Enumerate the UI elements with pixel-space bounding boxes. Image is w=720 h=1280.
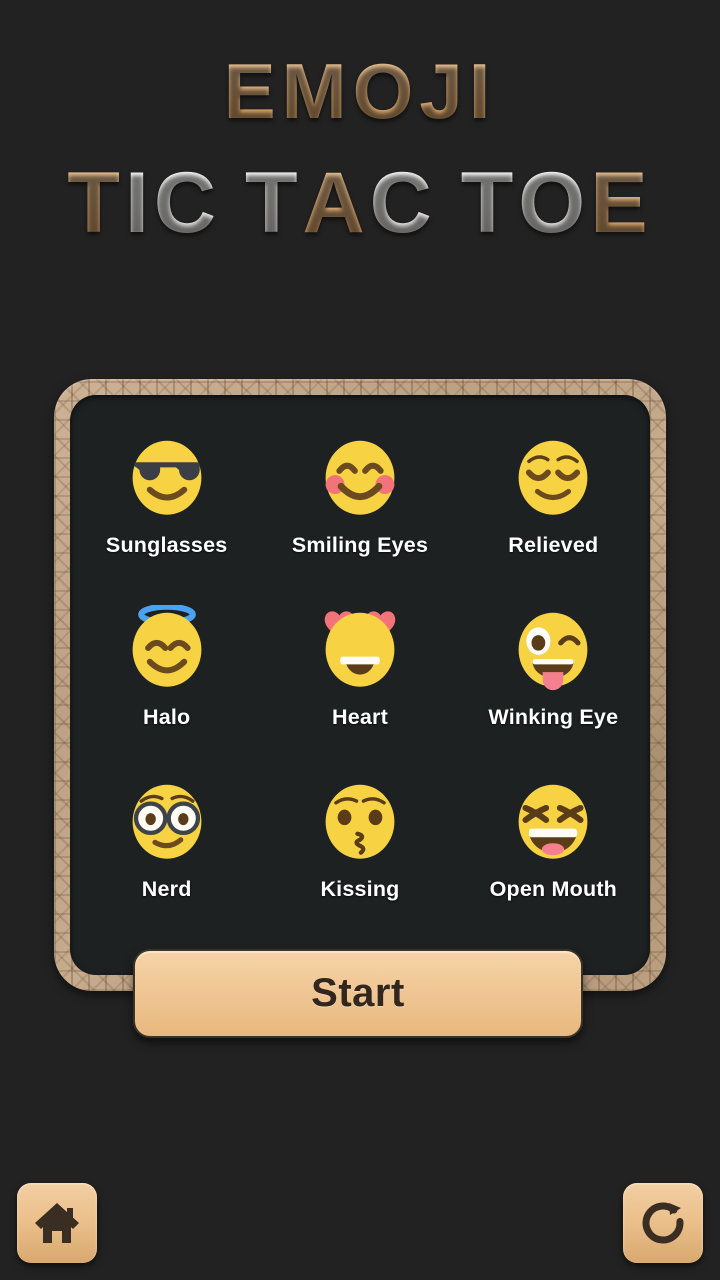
title-tictactoe-letter: T — [67, 155, 125, 251]
title-line-tictactoe: TIC TAC TOE — [0, 160, 720, 246]
emoji-option-halo[interactable]: Halo — [70, 597, 263, 730]
emoji-option-nerd[interactable]: Nerd — [70, 769, 263, 902]
emoji-option-heart[interactable]: Heart — [263, 597, 456, 730]
emoji-option-label: Halo — [142, 705, 191, 729]
smiling-eyes-emoji — [317, 433, 403, 519]
title-emoji-letter: M — [281, 47, 353, 135]
title-emoji-letter: E — [223, 47, 282, 135]
title-emoji-letter: O — [352, 47, 420, 135]
title-tictactoe-letter: A — [302, 155, 370, 251]
emoji-option-label: Open Mouth — [489, 877, 618, 901]
emoji-option-grid: Sunglasses Smiling Eyes Relieved Halo Heart W… — [70, 425, 650, 941]
title-tictactoe-letter: T — [244, 155, 303, 251]
board-inner-panel: Sunglasses Smiling Eyes Relieved Halo Heart W… — [70, 395, 650, 975]
emoji-option-label: Nerd — [141, 877, 192, 901]
reload-icon — [639, 1199, 687, 1247]
title-block: EMOJI TIC TAC TOE — [0, 0, 720, 246]
relieved-emoji — [510, 433, 596, 519]
title-tictactoe-letter: T — [460, 155, 519, 251]
start-button-label: Start — [311, 971, 405, 1015]
emoji-option-sunglasses[interactable]: Sunglasses — [70, 425, 263, 558]
emoji-option-label: Heart — [332, 705, 388, 729]
sunglasses-emoji — [124, 433, 210, 519]
heart-eyes-emoji — [317, 605, 403, 691]
game-screen: EMOJI TIC TAC TOE Sunglasses Smiling Eyes Re… — [0, 0, 720, 1280]
emoji-option-kissing[interactable]: Kissing — [263, 769, 456, 902]
start-button[interactable]: Start — [133, 949, 583, 1038]
emoji-option-label: Relieved — [508, 533, 599, 557]
winking-tongue-emoji — [510, 605, 596, 691]
reload-button[interactable] — [623, 1183, 703, 1263]
kissing-emoji — [317, 777, 403, 863]
title-tictactoe-letter: E — [590, 155, 653, 251]
emoji-option-label: Winking Eye — [488, 705, 619, 729]
home-button[interactable] — [17, 1183, 97, 1263]
title-tictactoe-letter: O — [518, 155, 591, 251]
title-tictactoe-letter: C — [369, 155, 437, 251]
emoji-option-relieved[interactable]: Relieved — [457, 425, 650, 558]
emoji-option-label: Sunglasses — [105, 533, 228, 557]
home-icon — [33, 1200, 81, 1246]
emoji-selection-board: Sunglasses Smiling Eyes Relieved Halo Heart W… — [54, 379, 666, 991]
emoji-option-winking-eye[interactable]: Winking Eye — [457, 597, 650, 730]
title-tictactoe-letter: I — [124, 155, 154, 251]
title-emoji-letter: J — [419, 47, 469, 135]
emoji-option-label: Smiling Eyes — [291, 533, 429, 557]
title-line-emoji: EMOJI — [0, 52, 720, 130]
emoji-option-open-mouth[interactable]: Open Mouth — [457, 769, 650, 902]
emoji-option-label: Kissing — [320, 877, 400, 901]
title-emoji-letter: I — [468, 47, 497, 135]
title-tictactoe-letter: C — [153, 155, 221, 251]
open-mouth-emoji — [510, 777, 596, 863]
emoji-option-smiling-eyes[interactable]: Smiling Eyes — [263, 425, 456, 558]
halo-emoji — [124, 605, 210, 691]
nerd-emoji — [124, 777, 210, 863]
